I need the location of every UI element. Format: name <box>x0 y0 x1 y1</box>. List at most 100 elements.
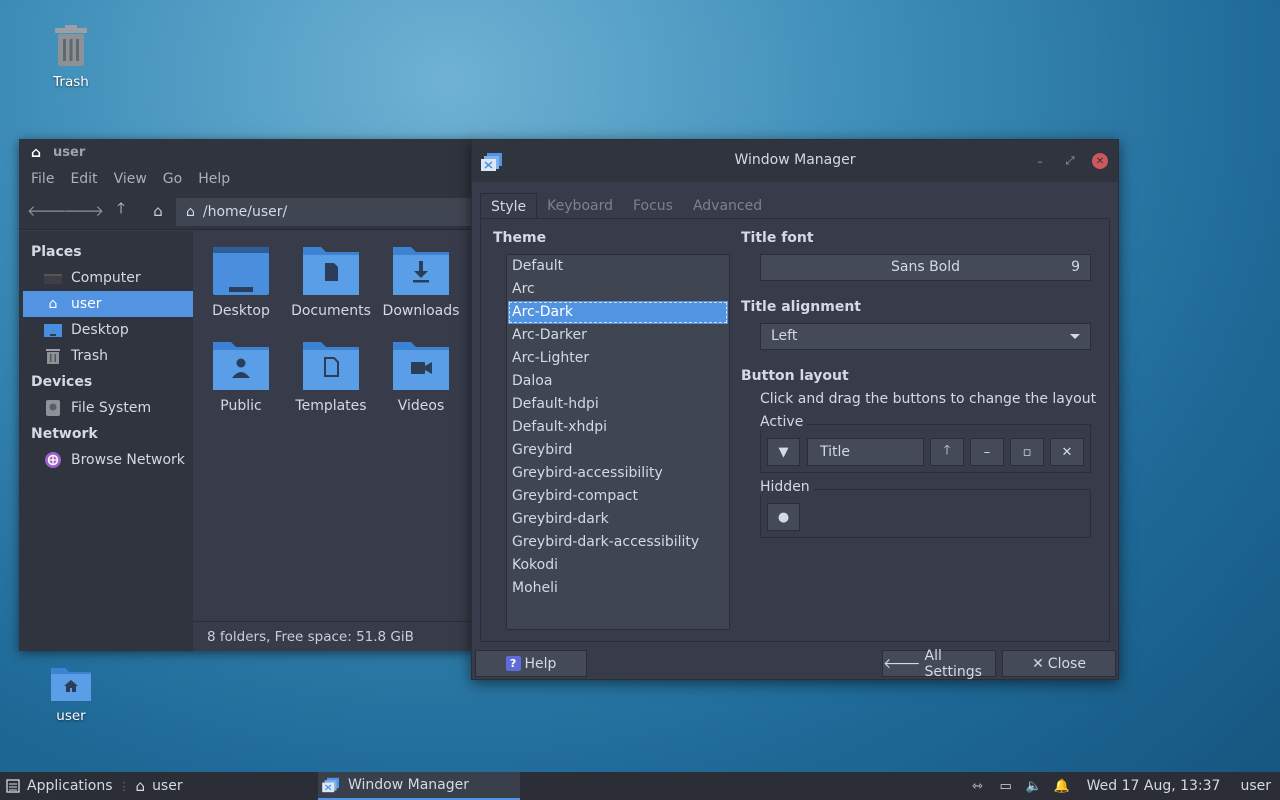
theme-item[interactable]: Greybird-dark <box>508 508 728 531</box>
theme-item[interactable]: Kokodi <box>508 554 728 577</box>
folder-desktop[interactable]: Desktop <box>196 245 286 319</box>
menu-go[interactable]: Go <box>163 171 182 187</box>
user-menu[interactable]: user <box>1240 778 1271 794</box>
home-button-icon[interactable]: ⌂ <box>147 200 169 222</box>
clock[interactable]: Wed 17 Aug, 13:37 <box>1087 778 1221 794</box>
menu-file[interactable]: File <box>31 171 54 187</box>
documents-folder-icon <box>303 247 359 295</box>
theme-item-selected[interactable]: Arc-Dark <box>508 301 728 324</box>
home-folder-icon <box>51 668 91 701</box>
theme-item[interactable]: Default <box>508 255 728 278</box>
title-alignment-dropdown[interactable]: Left <box>760 323 1091 350</box>
shade-button-dragger[interactable]: 🡑 <box>930 438 964 466</box>
sidebar-item-computer[interactable]: Computer <box>23 265 193 291</box>
volume-icon[interactable]: 🔈 <box>1025 777 1043 795</box>
close-button-dragger[interactable]: ✕ <box>1050 438 1084 466</box>
close-icon[interactable]: ✕ <box>1092 153 1108 169</box>
theme-item[interactable]: Greybird-dark-accessibility <box>508 531 728 554</box>
network-icon[interactable]: ⇿ <box>969 777 987 795</box>
notification-bell-icon[interactable]: 🔔 <box>1053 777 1071 795</box>
close-button[interactable]: ✕ Close <box>1002 650 1116 677</box>
stick-button-dragger[interactable]: ● <box>767 503 800 531</box>
sidebar-network-header: Network <box>31 426 98 442</box>
home-icon: ⌂ <box>31 144 42 161</box>
folder-label: Documents <box>291 303 371 319</box>
folder-label: Desktop <box>212 303 270 319</box>
all-settings-label: All Settings <box>924 647 982 680</box>
help-button[interactable]: ? Help <box>475 650 587 677</box>
desktop-home[interactable]: user <box>26 664 116 724</box>
forward-arrow-icon[interactable]: 🡒 <box>64 200 104 222</box>
file-manager-titlebar[interactable]: ⌂ user <box>19 139 474 166</box>
theme-item[interactable]: Daloa <box>508 370 728 393</box>
sidebar-item-label: user <box>71 296 102 312</box>
sidebar-item-user[interactable]: ⌂ user <box>23 291 193 317</box>
tab-focus[interactable]: Focus <box>623 193 683 219</box>
maximize-button-dragger[interactable]: ▫ <box>1010 438 1044 466</box>
folder-label: Videos <box>397 398 445 414</box>
window-manager-titlebar[interactable]: Window Manager – ⤢ ✕ <box>472 140 1118 182</box>
folder-documents[interactable]: Documents <box>286 245 376 319</box>
theme-item[interactable]: Default-xhdpi <box>508 416 728 439</box>
folder-public[interactable]: Public <box>196 340 286 414</box>
sidebar-item-label: Computer <box>71 270 141 286</box>
chevron-down-icon <box>1070 334 1080 339</box>
menu-edit[interactable]: Edit <box>70 171 97 187</box>
theme-item[interactable]: Moheli <box>508 577 728 600</box>
minimize-icon[interactable]: – <box>1032 153 1048 169</box>
up-arrow-icon[interactable]: 🡑 <box>110 199 132 222</box>
folder-downloads[interactable]: Downloads <box>376 245 466 319</box>
title-dragger[interactable]: Title <box>807 438 924 466</box>
file-manager-title: user <box>53 145 86 160</box>
window-manager-dialog: Window Manager – ⤢ ✕ Style Keyboard Focu… <box>471 139 1119 680</box>
taskbar-item-window-manager[interactable]: Window Manager <box>318 772 520 800</box>
display-icon[interactable]: ▭ <box>997 777 1015 795</box>
sidebar-item-label: Desktop <box>71 322 129 338</box>
sidebar-item-browse-network[interactable]: Browse Network <box>23 447 193 473</box>
computer-icon <box>43 269 63 287</box>
title-font-button[interactable]: Sans Bold 9 <box>760 254 1091 281</box>
sidebar-item-filesystem[interactable]: File System <box>23 395 193 421</box>
folder-templates[interactable]: Templates <box>286 340 376 414</box>
videos-folder-icon <box>393 342 449 390</box>
folder-videos[interactable]: Videos <box>376 340 466 414</box>
theme-item[interactable]: Default-hdpi <box>508 393 728 416</box>
tab-style[interactable]: Style <box>480 193 538 219</box>
tab-keyboard[interactable]: Keyboard <box>537 193 623 219</box>
desktop-trash[interactable]: Trash <box>26 24 116 90</box>
theme-list[interactable]: Default Arc Arc-Dark Arc-Darker Arc-Ligh… <box>506 254 730 630</box>
minimize-button-dragger[interactable]: – <box>970 438 1004 466</box>
sidebar-item-trash[interactable]: Trash <box>23 343 193 369</box>
sidebar-item-desktop[interactable]: Desktop <box>23 317 193 343</box>
desktop-folder-icon <box>213 247 269 295</box>
places-home-label: user <box>152 778 183 794</box>
theme-item[interactable]: Greybird-compact <box>508 485 728 508</box>
places-home-button[interactable]: ⌂ user <box>136 772 183 800</box>
theme-item[interactable]: Arc <box>508 278 728 301</box>
system-tray: ⇿ ▭ 🔈 🔔 Wed 17 Aug, 13:37 user <box>969 772 1280 800</box>
public-folder-icon <box>213 342 269 390</box>
theme-item[interactable]: Greybird-accessibility <box>508 462 728 485</box>
drive-icon <box>43 399 63 417</box>
theme-item[interactable]: Arc-Lighter <box>508 347 728 370</box>
taskbar: Applications ⋮ ⌂ user Window Manager ⇿ ▭… <box>0 772 1280 800</box>
title-alignment-value: Left <box>771 328 798 344</box>
menu-help[interactable]: Help <box>198 171 230 187</box>
location-bar[interactable]: ⌂ /home/user/ <box>176 198 476 226</box>
all-settings-button[interactable]: 🡐 All Settings <box>882 647 996 680</box>
templates-folder-icon <box>303 342 359 390</box>
tab-bar: Style Keyboard Focus Advanced <box>480 193 772 219</box>
theme-item[interactable]: Greybird <box>508 439 728 462</box>
folder-label: Templates <box>295 398 367 414</box>
theme-item[interactable]: Arc-Darker <box>508 324 728 347</box>
menu-button-dragger[interactable]: ▼ <box>767 438 800 466</box>
sidebar-places-header: Places <box>31 244 82 260</box>
maximize-icon[interactable]: ⤢ <box>1062 153 1078 169</box>
menu-view[interactable]: View <box>114 171 147 187</box>
applications-menu-button[interactable]: Applications <box>0 772 113 800</box>
status-bar: 8 folders, Free space: 51.8 GiB <box>193 621 474 651</box>
back-arrow-icon[interactable]: 🡐 <box>27 200 67 222</box>
tab-advanced[interactable]: Advanced <box>683 193 772 219</box>
folder-grid: Desktop Documents Downloads Public Templ… <box>193 231 474 621</box>
separator-handle-icon: ⋮ <box>118 779 130 793</box>
